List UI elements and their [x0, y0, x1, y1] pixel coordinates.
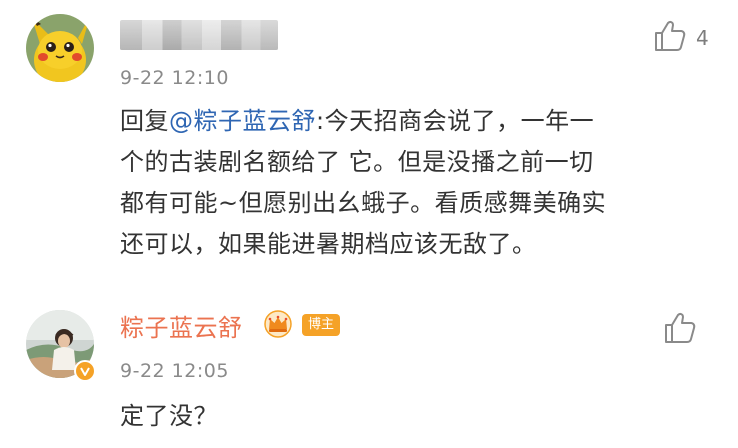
- comment-item: 9-22 12:10 4 回复@粽子蓝云舒:今天招商会说了，一年一 个的古装剧名…: [0, 0, 738, 292]
- like-button[interactable]: [662, 310, 702, 350]
- username-redacted[interactable]: [120, 20, 278, 50]
- comment-timestamp: 9-22 12:10: [120, 67, 229, 89]
- comment-text-line: 个的古装剧名额给了 它。但是没播之前一切: [120, 148, 594, 176]
- comment-text-line: 还可以，如果能进暑期档应该无敌了。: [120, 230, 537, 258]
- mention-link[interactable]: @粽子蓝云舒: [169, 107, 316, 135]
- comment-text-line: 定了没？: [120, 402, 218, 430]
- comment-item: 粽子蓝云舒 博主 9-22 12:05 定了没？: [0, 292, 738, 448]
- like-count: 4: [696, 26, 709, 50]
- like-thumb-icon: [662, 310, 698, 350]
- comment-text-fragment: :今天招商会说了，一年一: [316, 107, 595, 135]
- comment-timestamp: 9-22 12:05: [120, 360, 229, 382]
- like-button[interactable]: 4: [652, 18, 716, 58]
- crown-icon: [262, 310, 294, 338]
- comment-text: 回复@粽子蓝云舒:今天招商会说了，一年一 个的古装剧名额给了 它。但是没播之前一…: [120, 101, 720, 265]
- verified-v-icon: [74, 360, 96, 382]
- username-link[interactable]: 粽子蓝云舒: [120, 308, 243, 343]
- pikachu-avatar-icon[interactable]: [26, 14, 94, 82]
- reply-prefix: 回复: [120, 107, 169, 135]
- comment-text: 定了没？: [120, 396, 720, 437]
- like-thumb-icon: [652, 18, 688, 58]
- comment-text-line: 回复@粽子蓝云舒:今天招商会说了，一年一: [120, 101, 720, 142]
- comment-text-line: 都有可能~但愿别出幺蛾子。看质感舞美确实: [120, 189, 607, 217]
- blogger-badge: 博主: [302, 314, 341, 336]
